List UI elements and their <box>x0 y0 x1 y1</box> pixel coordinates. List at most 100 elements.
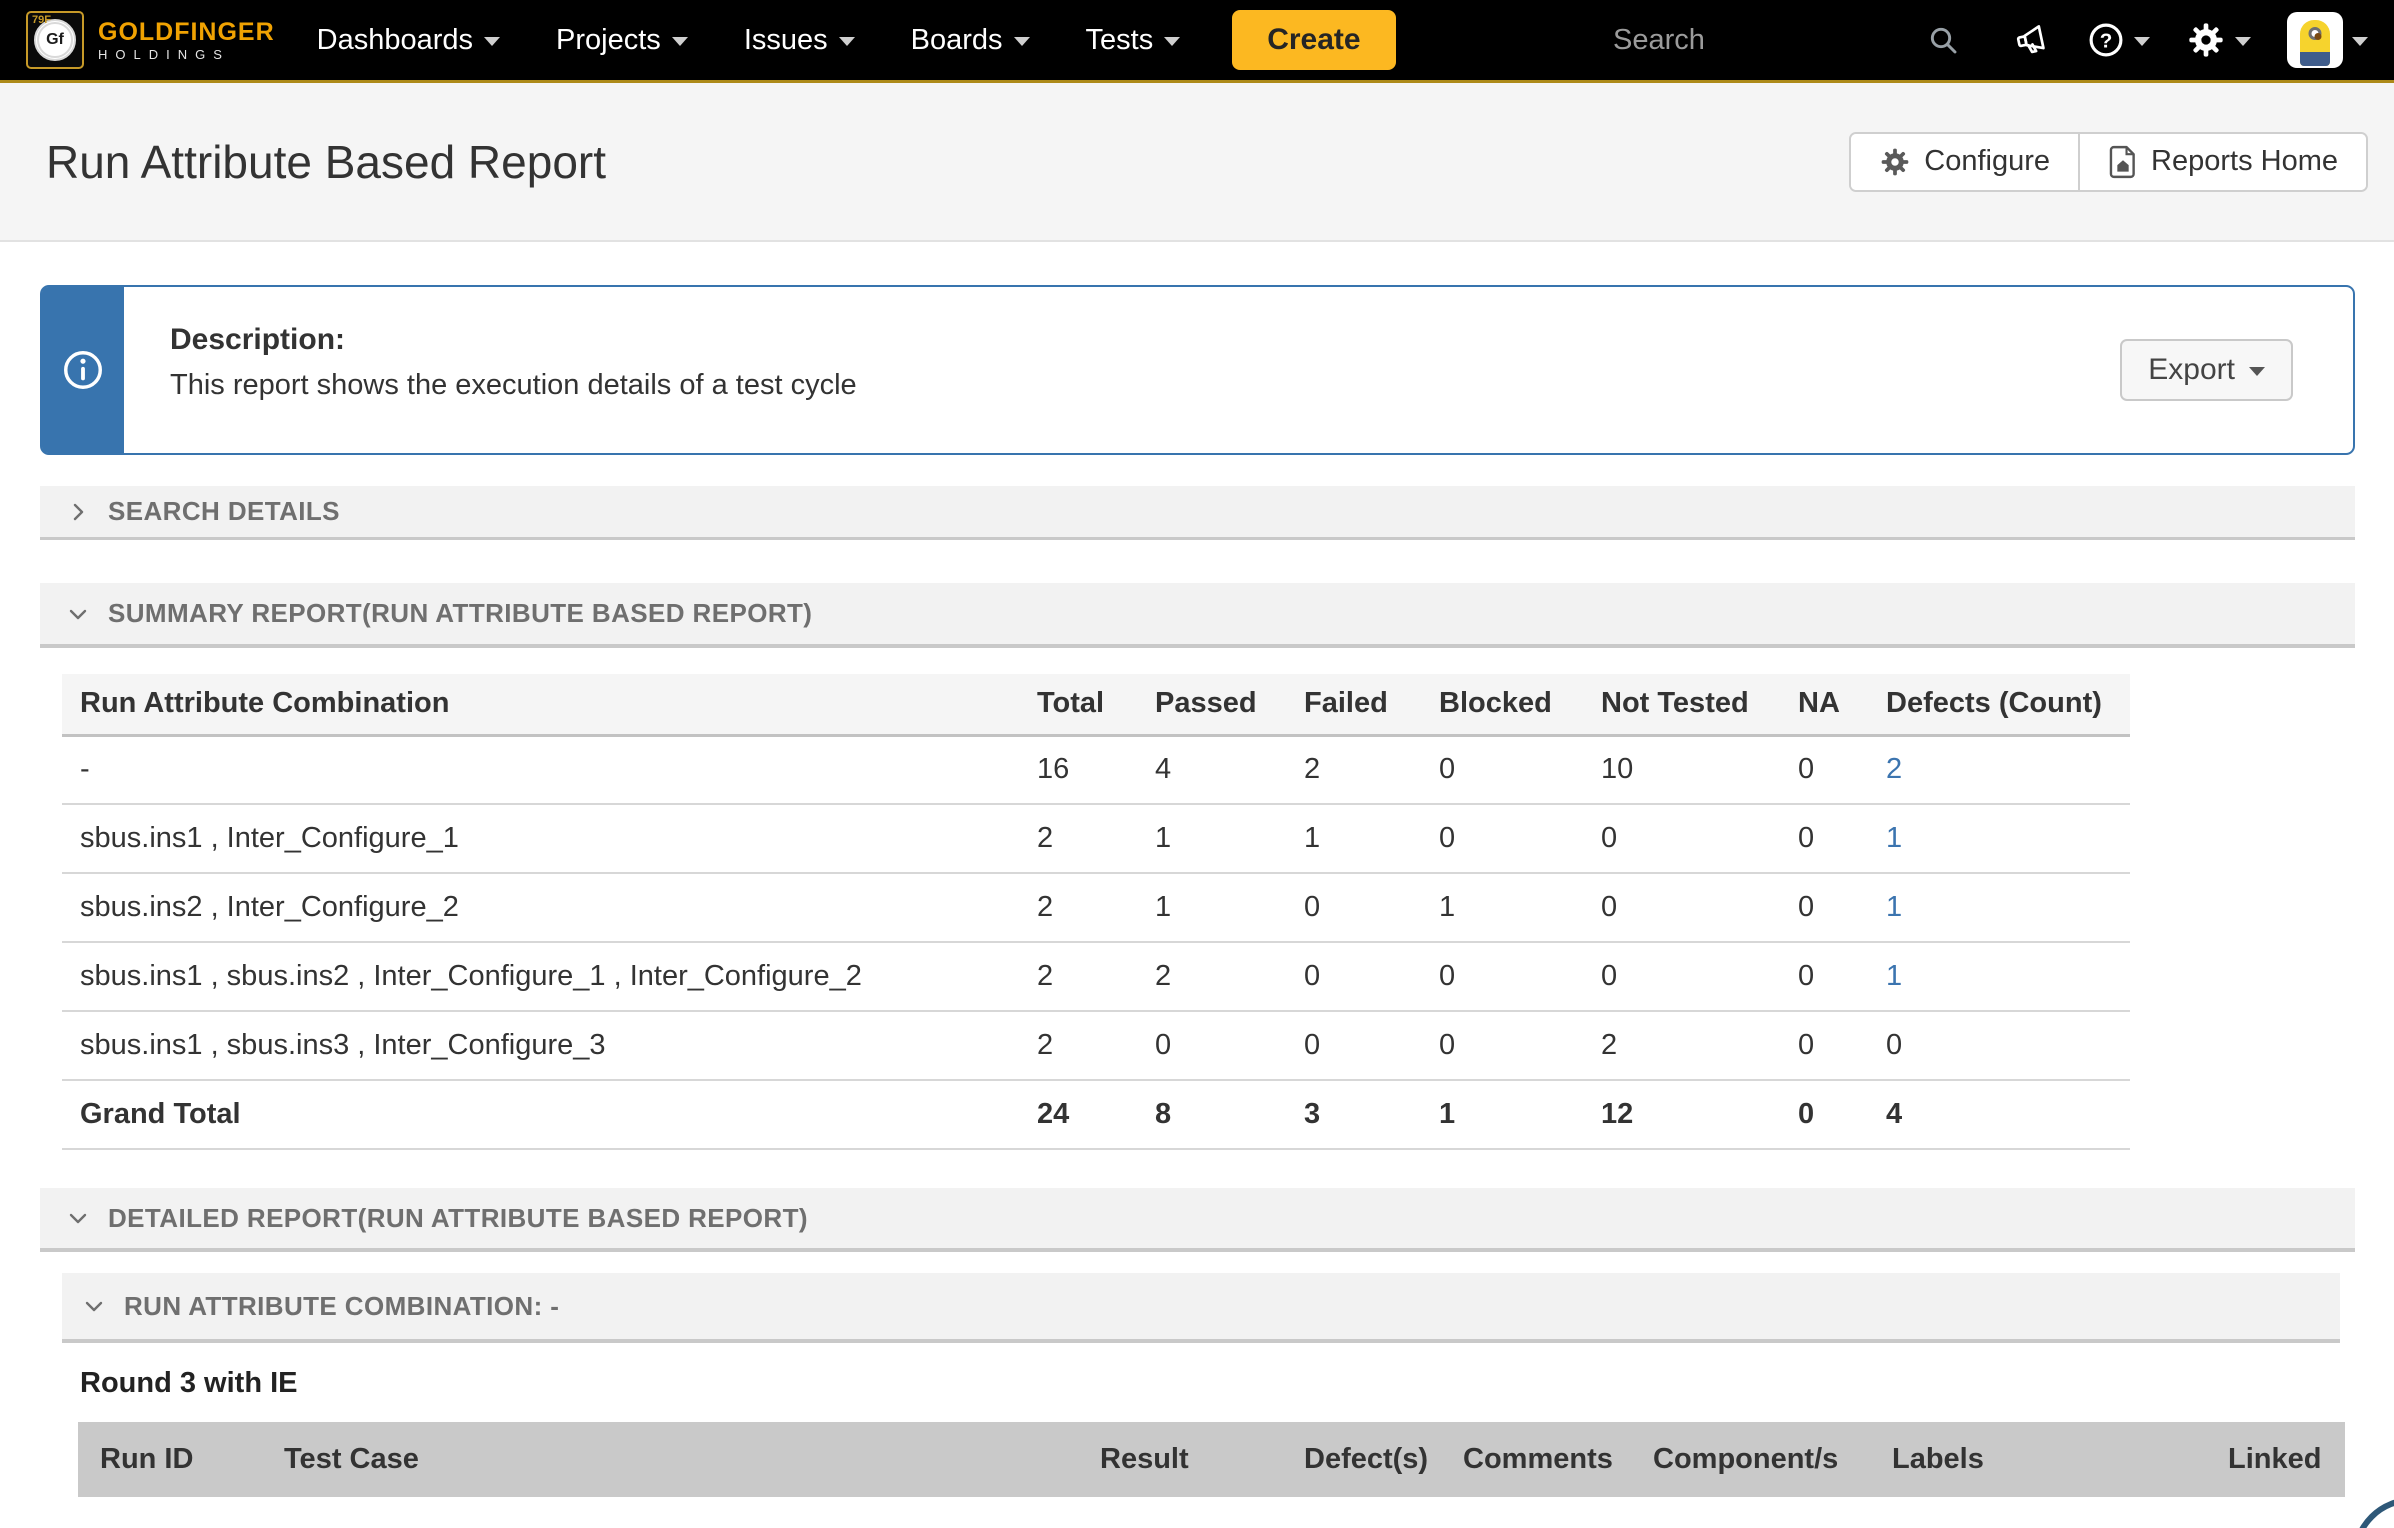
cell-combination: sbus.ins1 , sbus.ins2 , Inter_Configure_… <box>62 942 1037 1011</box>
user-avatar <box>2287 12 2343 68</box>
page: 79F Gf GOLDFINGER HOLDINGS Dashboards Pr… <box>0 0 2394 1528</box>
detailed-report-label: DETAILED REPORT(RUN ATTRIBUTE BASED REPO… <box>108 1203 808 1234</box>
logo-badge: 79F <box>32 14 51 26</box>
cell-na: 0 <box>1798 735 1886 804</box>
col-run-attribute-combination: Run Attribute Combination <box>62 674 1037 735</box>
menu-dashboards-label: Dashboards <box>317 24 473 57</box>
floating-widget-button[interactable] <box>2352 1497 2394 1528</box>
cell-grand-label: Grand Total <box>62 1080 1037 1149</box>
report-content: Description: This report shows the execu… <box>0 285 2394 1497</box>
cell-defects: 2 <box>1886 735 2130 804</box>
section-summary-report[interactable]: SUMMARY REPORT(RUN ATTRIBUTE BASED REPOR… <box>40 583 2355 648</box>
cell-total: 16 <box>1037 735 1155 804</box>
announcements-button[interactable] <box>2013 21 2051 59</box>
configure-button[interactable]: Configure <box>1851 134 2078 190</box>
reports-home-label: Reports Home <box>2151 145 2338 178</box>
gear-icon <box>2186 20 2226 60</box>
col-labels: Labels <box>1892 1443 2228 1476</box>
cell-combination: sbus.ins1 , Inter_Configure_1 <box>62 804 1037 873</box>
cell-failed: 0 <box>1304 942 1439 1011</box>
menu-issues-label: Issues <box>744 24 828 57</box>
cell-defects: 1 <box>1886 942 2130 1011</box>
table-row: sbus.ins2 , Inter_Configure_2 2 1 0 1 0 … <box>62 873 2130 942</box>
col-test-case: Test Case <box>284 1443 1100 1476</box>
cell-passed: 0 <box>1155 1011 1304 1080</box>
create-button[interactable]: Create <box>1232 10 1395 70</box>
description-heading: Description: <box>170 323 857 357</box>
chevron-right-icon <box>66 500 90 524</box>
summary-table: Run Attribute Combination Total Passed F… <box>62 674 2130 1150</box>
navbar-icons: ? <box>1997 12 2368 68</box>
magnifier-icon[interactable] <box>1927 24 1959 56</box>
cell-total: 2 <box>1037 942 1155 1011</box>
export-label: Export <box>2148 353 2235 387</box>
col-passed: Passed <box>1155 674 1304 735</box>
section-detailed-report[interactable]: DETAILED REPORT(RUN ATTRIBUTE BASED REPO… <box>40 1188 2355 1252</box>
gear-icon <box>1879 146 1911 178</box>
col-total: Total <box>1037 674 1155 735</box>
chevron-down-icon <box>2235 37 2251 46</box>
cell-not-tested: 2 <box>1601 1011 1798 1080</box>
page-title: Run Attribute Based Report <box>46 135 606 189</box>
menu-dashboards[interactable]: Dashboards <box>317 24 500 57</box>
cell-not-tested: 0 <box>1601 873 1798 942</box>
cell-blocked: 1 <box>1439 1080 1601 1149</box>
cell-failed: 0 <box>1304 873 1439 942</box>
export-button[interactable]: Export <box>2120 339 2293 401</box>
col-components: Component/s <box>1653 1443 1892 1476</box>
cell-blocked: 0 <box>1439 942 1601 1011</box>
svg-text:?: ? <box>2100 29 2113 52</box>
col-na: NA <box>1798 674 1886 735</box>
app-logo[interactable]: 79F Gf <box>26 11 84 69</box>
top-navbar: 79F Gf GOLDFINGER HOLDINGS Dashboards Pr… <box>0 0 2394 83</box>
cell-failed: 1 <box>1304 804 1439 873</box>
table-row: - 16 4 2 0 10 0 2 <box>62 735 2130 804</box>
cell-blocked: 0 <box>1439 1011 1601 1080</box>
question-circle-icon: ? <box>2087 21 2125 59</box>
cell-defects: 1 <box>1886 873 2130 942</box>
col-result: Result <box>1100 1443 1304 1476</box>
minion-overalls <box>2300 52 2330 66</box>
search-input[interactable] <box>1613 24 1913 57</box>
chevron-down-icon <box>66 1206 90 1230</box>
table-row: sbus.ins1 , sbus.ins3 , Inter_Configure_… <box>62 1011 2130 1080</box>
summary-header-row: Run Attribute Combination Total Passed F… <box>62 674 2130 735</box>
cell-passed: 4 <box>1155 735 1304 804</box>
cell-not-tested: 0 <box>1601 804 1798 873</box>
cell-na: 0 <box>1798 873 1886 942</box>
defects-count-link[interactable]: 1 <box>1886 822 1902 854</box>
menu-tests[interactable]: Tests <box>1086 24 1181 57</box>
col-not-tested: Not Tested <box>1601 674 1798 735</box>
section-search-details[interactable]: SEARCH DETAILS <box>40 486 2355 540</box>
col-failed: Failed <box>1304 674 1439 735</box>
chevron-down-icon <box>2249 367 2265 376</box>
configure-label: Configure <box>1924 145 2050 178</box>
cell-total: 2 <box>1037 804 1155 873</box>
reports-home-button[interactable]: Reports Home <box>2078 134 2366 190</box>
cell-total: 2 <box>1037 873 1155 942</box>
cell-combination: sbus.ins1 , sbus.ins3 , Inter_Configure_… <box>62 1011 1037 1080</box>
menu-boards[interactable]: Boards <box>911 24 1030 57</box>
cell-defects: 4 <box>1886 1080 2130 1149</box>
cell-na: 0 <box>1798 804 1886 873</box>
settings-menu[interactable] <box>2186 20 2251 60</box>
col-blocked: Blocked <box>1439 674 1601 735</box>
col-run-id: Run ID <box>78 1443 284 1476</box>
chevron-down-icon <box>2134 37 2150 46</box>
brand-line2: HOLDINGS <box>98 48 275 62</box>
chevron-down-icon <box>66 602 90 626</box>
col-linked: Linked <box>2228 1443 2345 1476</box>
help-menu[interactable]: ? <box>2087 21 2150 59</box>
defects-count-link[interactable]: 1 <box>1886 960 1902 992</box>
section-run-attribute-combination[interactable]: RUN ATTRIBUTE COMBINATION: - <box>62 1273 2340 1343</box>
cell-total: 2 <box>1037 1011 1155 1080</box>
cell-passed: 1 <box>1155 804 1304 873</box>
menu-projects[interactable]: Projects <box>556 24 688 57</box>
profile-menu[interactable] <box>2287 12 2368 68</box>
defects-count-link[interactable]: 1 <box>1886 891 1902 923</box>
chevron-down-icon <box>82 1294 106 1318</box>
description-panel: Description: This report shows the execu… <box>40 285 2355 455</box>
menu-tests-label: Tests <box>1086 24 1154 57</box>
menu-issues[interactable]: Issues <box>744 24 855 57</box>
defects-count-link[interactable]: 2 <box>1886 753 1902 785</box>
